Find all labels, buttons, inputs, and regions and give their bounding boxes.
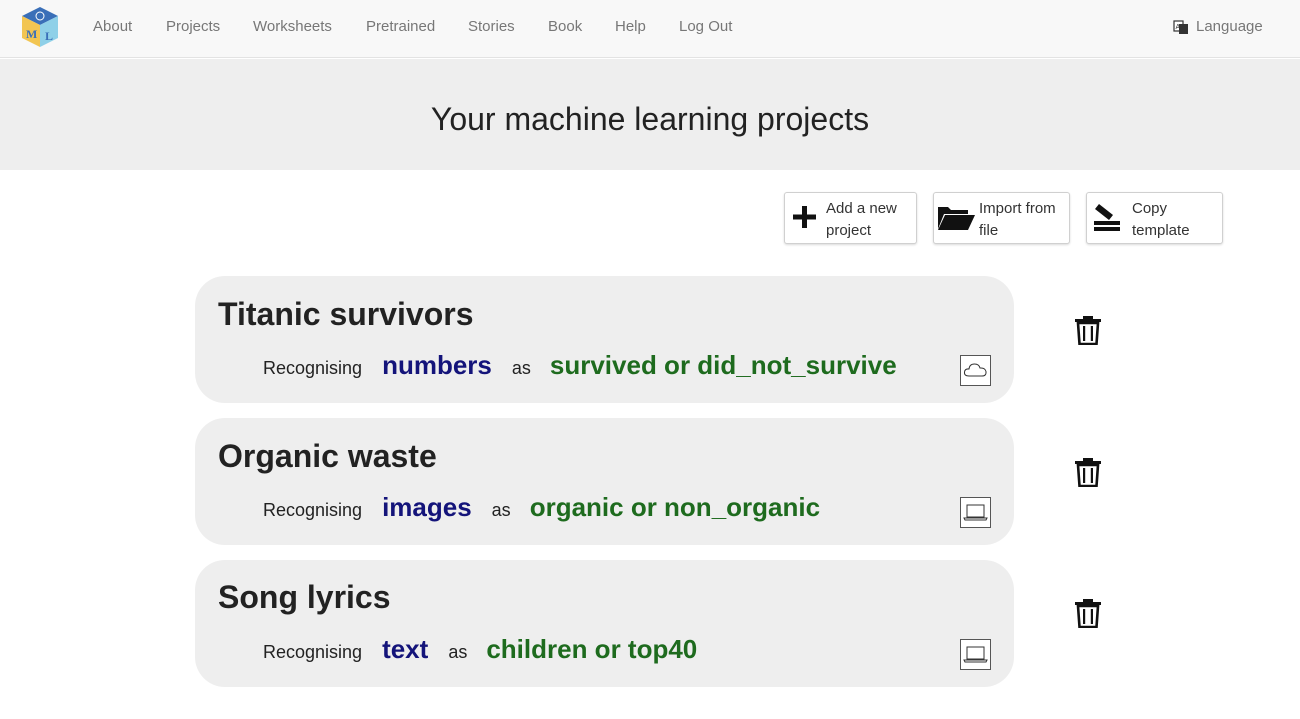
nav-projects[interactable]: Projects xyxy=(166,18,220,35)
delete-project-organic-waste-trash-icon[interactable] xyxy=(1074,457,1102,487)
project-title: Titanic survivors xyxy=(218,296,474,332)
laptop-icon xyxy=(963,504,988,521)
copy-template-label-1: Copy xyxy=(1132,200,1168,217)
copy-template-icon xyxy=(1094,204,1120,231)
project-summary: Recognising images as organic or non_org… xyxy=(263,492,820,523)
nav-log-out[interactable]: Log Out xyxy=(679,18,732,35)
nav-pretrained[interactable]: Pretrained xyxy=(366,18,435,35)
language-label: Language xyxy=(1196,18,1263,35)
as-label: as xyxy=(491,500,511,520)
project-title: Organic waste xyxy=(218,438,437,474)
add-project-button[interactable]: Add a new project xyxy=(784,192,917,244)
top-navbar: M L About Projects Worksheets Pretrained… xyxy=(0,0,1300,58)
cloud-icon xyxy=(963,363,987,377)
page-title: Your machine learning projects xyxy=(430,101,870,137)
project-title: Song lyrics xyxy=(218,579,391,615)
import-file-label-2: file xyxy=(979,222,999,239)
project-summary: Recognising numbers as survived or did_n… xyxy=(263,350,897,381)
project-labels: organic or non_organic xyxy=(529,492,821,522)
storage-indicator xyxy=(960,639,991,670)
nav-worksheets[interactable]: Worksheets xyxy=(253,18,332,35)
as-label: as xyxy=(448,642,468,662)
project-labels: survived or did_not_survive xyxy=(549,350,897,380)
import-file-label-1: Import from xyxy=(979,200,1056,217)
folder-open-icon xyxy=(938,207,975,230)
ml-cube-logo-icon[interactable]: M L xyxy=(20,5,60,49)
recognising-label: Recognising xyxy=(263,642,363,662)
project-card-organic-waste[interactable]: Organic waste Recognising images as orga… xyxy=(195,418,1014,545)
plus-icon xyxy=(793,206,816,228)
recognising-label: Recognising xyxy=(263,500,363,520)
project-card-titanic[interactable]: Titanic survivors Recognising numbers as… xyxy=(195,276,1014,403)
recognising-label: Recognising xyxy=(263,358,363,378)
as-label: as xyxy=(511,358,531,378)
import-file-button[interactable]: Import from file xyxy=(933,192,1070,244)
project-type: text xyxy=(382,634,429,664)
project-type: numbers xyxy=(382,350,492,380)
nav-book[interactable]: Book xyxy=(548,18,582,35)
svg-text:A: A xyxy=(1176,24,1181,31)
add-project-label-2: project xyxy=(826,222,872,239)
delete-project-titanic-trash-icon[interactable] xyxy=(1074,315,1102,345)
project-card-song-lyrics[interactable]: Song lyrics Recognising text as children… xyxy=(195,560,1014,687)
delete-project-song-lyrics-trash-icon[interactable] xyxy=(1074,598,1102,628)
project-summary: Recognising text as children or top40 xyxy=(263,634,697,665)
translate-icon: A xyxy=(1173,19,1188,34)
copy-template-button[interactable]: Copy template xyxy=(1086,192,1223,244)
nav-stories[interactable]: Stories xyxy=(468,18,515,35)
nav-help[interactable]: Help xyxy=(615,18,646,35)
logo-letter-l: L xyxy=(45,29,53,43)
page-header: Your machine learning projects xyxy=(0,59,1300,170)
logo-letter-m: M xyxy=(26,27,37,41)
nav-about[interactable]: About xyxy=(93,18,132,35)
storage-indicator xyxy=(960,355,991,386)
laptop-icon xyxy=(963,646,988,663)
add-project-label-1: Add a new xyxy=(826,200,897,217)
project-type: images xyxy=(382,492,472,522)
language-selector[interactable]: A Language xyxy=(1173,18,1263,35)
storage-indicator xyxy=(960,497,991,528)
project-labels: children or top40 xyxy=(486,634,698,664)
copy-template-label-2: template xyxy=(1132,222,1190,239)
